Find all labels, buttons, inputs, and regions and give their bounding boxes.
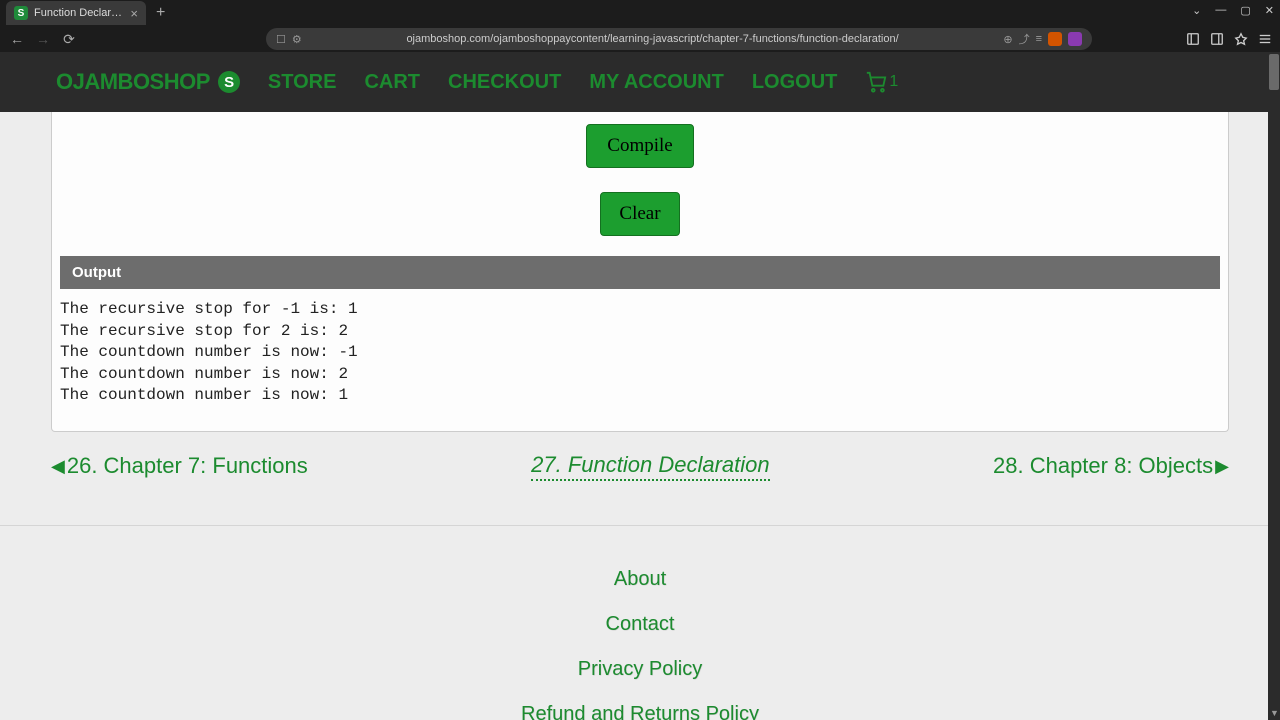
site-header: OJAMBOSHOP S STORE CART CHECKOUT MY ACCO… [0,52,1280,112]
maximize-icon[interactable]: ▢ [1240,4,1250,17]
brand-logo: S [218,71,240,93]
cart-indicator[interactable]: 1 [865,71,898,93]
nav-checkout[interactable]: CHECKOUT [448,71,561,94]
scrollbar[interactable]: ▼ [1268,52,1280,720]
nav-my-account[interactable]: MY ACCOUNT [589,71,723,94]
toolbar-right [1186,32,1272,46]
tab-favicon: S [14,6,28,20]
pagination-prev-label: 26. Chapter 7: Functions [67,453,308,479]
reader-icon[interactable] [1210,32,1224,46]
new-tab-button[interactable]: + [156,4,165,22]
bookmark-icon[interactable]: ☐ [276,33,286,46]
reload-button[interactable]: ⟳ [60,31,78,48]
compiler-panel: Compile Clear Output The recursive stop … [51,112,1229,432]
lock-icon: ⚙ [292,33,302,46]
pagination-next[interactable]: 28. Chapter 8: Objects ▶ [993,453,1229,479]
content: Compile Clear Output The recursive stop … [0,112,1280,720]
url-text: ojamboshop.com/ojamboshoppaycontent/lear… [310,33,996,45]
browser-chrome: S Function Declaration - Ojam × + ⌄ — ▢ … [0,0,1280,52]
extension-badge-1[interactable] [1048,32,1062,46]
share-icon[interactable]: ⤴ [1019,31,1030,47]
output-body: The recursive stop for -1 is: 1 The recu… [60,289,1220,423]
footer-contact[interactable]: Contact [0,613,1280,636]
nav-store[interactable]: STORE [268,71,337,94]
url-bar[interactable]: ☐ ⚙ ojamboshop.com/ojamboshoppaycontent/… [266,28,1092,50]
close-window-icon[interactable]: ✕ [1265,4,1274,17]
compile-button[interactable]: Compile [586,124,693,168]
pagination-current: 27. Function Declaration [531,452,769,481]
nav-bar: ← → ⟳ ☐ ⚙ ojamboshop.com/ojamboshoppayco… [0,26,1280,52]
back-button[interactable]: ← [8,31,26,47]
pagination-prev[interactable]: ◀ 26. Chapter 7: Functions [51,453,308,479]
footer-privacy[interactable]: Privacy Policy [0,658,1280,681]
brand[interactable]: OJAMBOSHOP S [56,69,240,95]
scroll-down-icon[interactable]: ▼ [1270,708,1279,718]
pagination: ◀ 26. Chapter 7: Functions 27. Function … [51,452,1229,481]
cart-icon [865,71,887,93]
nav-cart[interactable]: CART [364,71,420,94]
output-header: Output [60,256,1220,289]
brand-text: OJAMBOSHOP [56,69,210,95]
pagination-next-label: 28. Chapter 8: Objects [993,453,1213,479]
footer-about[interactable]: About [0,568,1280,591]
arrow-left-icon: ◀ [51,456,65,477]
chevron-down-icon[interactable]: ⌄ [1192,4,1201,17]
footer: About Contact Privacy Policy Refund and … [0,525,1280,720]
arrow-right-icon: ▶ [1215,456,1229,477]
clear-button[interactable]: Clear [600,192,679,236]
tab-title: Function Declaration - Ojam [34,7,124,19]
footer-refund[interactable]: Refund and Returns Policy [0,703,1280,720]
browser-tab[interactable]: S Function Declaration - Ojam × [6,1,146,25]
cart-count: 1 [889,73,898,91]
forward-button: → [34,31,52,47]
sidebar-icon[interactable] [1186,32,1200,46]
extensions-icon[interactable] [1234,32,1248,46]
nav-logout[interactable]: LOGOUT [752,71,838,94]
close-icon[interactable]: × [130,6,138,21]
minimize-icon[interactable]: — [1215,4,1226,17]
window-controls: ⌄ — ▢ ✕ [1192,4,1274,17]
menu-icon[interactable] [1258,32,1272,46]
scrollbar-thumb[interactable] [1269,54,1279,90]
rss-icon[interactable]: ≡ [1036,33,1042,45]
extension-badge-2[interactable] [1068,32,1082,46]
tab-bar: S Function Declaration - Ojam × + [0,0,1280,26]
zoom-icon[interactable]: ⊕ [1003,33,1012,46]
